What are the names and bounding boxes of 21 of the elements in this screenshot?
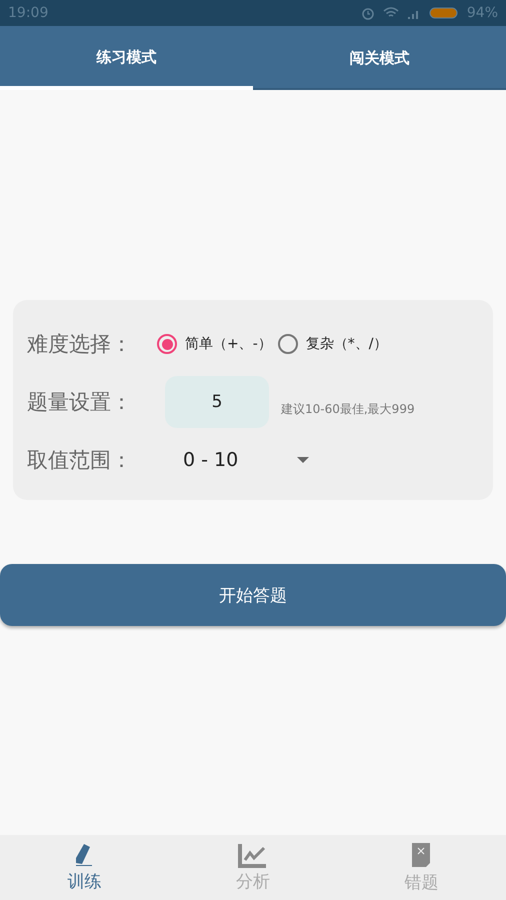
mode-tab[interactable]: 闯关模式 xyxy=(253,26,506,90)
chart-icon xyxy=(238,842,268,868)
radio-label: 简单（+、-） xyxy=(185,335,272,353)
count-label: 题量设置： xyxy=(27,389,133,416)
nav-item[interactable]: 训练 xyxy=(0,835,169,900)
battery-percent: 94% xyxy=(466,5,498,21)
status-time: 19:09 xyxy=(8,5,48,21)
count-field[interactable]: 5 xyxy=(165,376,269,428)
caret-icon xyxy=(297,457,309,463)
radio-button[interactable] xyxy=(157,334,177,354)
battery-icon xyxy=(428,7,459,19)
range-dropdown[interactable]: 0 - 10 xyxy=(183,449,238,471)
wifi-icon xyxy=(382,7,399,19)
radio-button[interactable] xyxy=(278,334,298,354)
difficulty-label: 难度选择： xyxy=(27,331,133,358)
range-label: 取值范围： xyxy=(27,447,133,474)
radio-label: 复杂（*、/） xyxy=(306,335,388,353)
mode-tab[interactable]: 练习模式 xyxy=(0,26,253,90)
count-hint: 建议10-60最佳,最大999 xyxy=(281,400,415,418)
start-button[interactable]: 开始答题 xyxy=(0,564,506,626)
alarm-icon xyxy=(360,6,375,20)
